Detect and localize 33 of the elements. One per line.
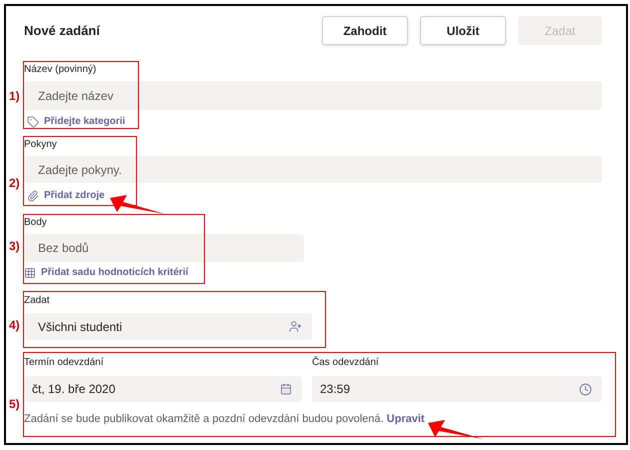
annotation-arrow xyxy=(109,193,167,215)
annotation-number: 1) xyxy=(9,90,20,102)
page-title: Nové zadání xyxy=(24,22,102,40)
assign-select[interactable]: Všichni studenti xyxy=(24,313,312,340)
add-link[interactable]: Přidejte kategorii xyxy=(27,116,126,128)
action-button[interactable]: Zahodit xyxy=(322,16,408,45)
tag-icon xyxy=(27,116,39,128)
action-button[interactable]: Uložit xyxy=(420,16,506,45)
annotation-number: 5) xyxy=(9,398,20,410)
add-link[interactable]: Přidat zdroje xyxy=(27,190,105,202)
annotation-arrow xyxy=(427,418,485,440)
add-link[interactable]: Přidat sadu hodnoticích kritérií xyxy=(24,267,188,279)
title-field[interactable]: Zadejte název xyxy=(24,81,602,110)
add-person-icon xyxy=(289,320,302,333)
points-field[interactable]: Bez bodů xyxy=(24,234,304,262)
field-label: Název (povinný) xyxy=(24,64,98,76)
instructions-field[interactable]: Zadejte pokyny. xyxy=(24,156,602,183)
time-picker[interactable]: 23:59 xyxy=(312,376,602,402)
field-label: Body xyxy=(24,217,48,229)
field-label: Zadat xyxy=(24,295,51,307)
field-label: Termín odevzdání xyxy=(24,357,104,369)
field-label: Čas odevzdání xyxy=(312,357,380,369)
annotation-number: 4) xyxy=(9,319,20,331)
paperclip-icon xyxy=(27,190,39,202)
clock-icon xyxy=(579,382,592,396)
grid-icon xyxy=(24,267,36,279)
calendar-icon xyxy=(280,383,292,395)
annotation-number: 3) xyxy=(9,240,20,252)
field-label: Pokyny xyxy=(24,139,58,151)
edit-link[interactable]: Upravit xyxy=(386,413,425,425)
annotation-number: 2) xyxy=(9,177,20,189)
publish-note: Zadání se bude publikovat okamžitě a pozdní odevzdání budou povolená. Upravit xyxy=(24,413,426,426)
date-picker[interactable]: čt, 19. bře 2020 xyxy=(24,376,302,402)
